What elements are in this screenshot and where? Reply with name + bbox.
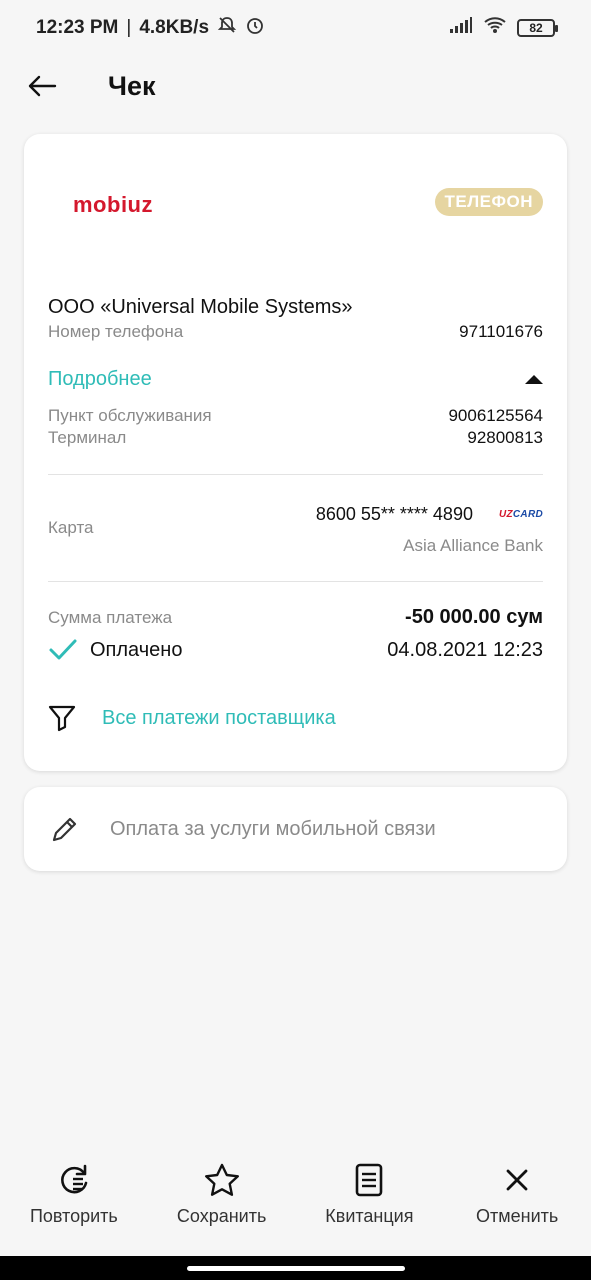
phone-label: Номер телефона xyxy=(48,322,184,341)
repeat-icon xyxy=(57,1160,91,1200)
system-nav-bar xyxy=(0,1256,591,1280)
paid-status: Оплачено xyxy=(48,638,182,662)
vendor-payments-link[interactable]: Все платежи поставщика xyxy=(48,704,336,732)
payment-datetime: 04.08.2021 12:23 xyxy=(387,638,543,661)
card-number: 8600 55** **** 4890 xyxy=(315,504,473,524)
service-point-label: Пункт обслуживания xyxy=(48,406,212,425)
receipt-button[interactable]: Квитанция xyxy=(296,1160,444,1240)
close-icon xyxy=(504,1160,530,1200)
details-row[interactable]: Подробнее xyxy=(48,368,543,391)
wifi-icon xyxy=(483,16,507,40)
payment-note-card[interactable]: Оплата за услуги мобильной связи xyxy=(24,787,567,871)
save-button[interactable]: Сохранить xyxy=(148,1160,296,1240)
repeat-label: Повторить xyxy=(29,1206,118,1226)
status-separator: | xyxy=(126,17,132,38)
filter-icon xyxy=(48,705,76,732)
status-time: 12:23 PM xyxy=(36,17,119,38)
company-name: ООО «Universal Mobile Systems» xyxy=(48,296,353,318)
amount-value: -50 000.00 сум xyxy=(405,606,543,628)
paid-label: Оплачено xyxy=(90,638,183,661)
status-bar: 12:23 PM | 4.8KB/s 82 xyxy=(0,0,591,56)
uzcard-logo: UZCARD xyxy=(499,509,543,520)
checkmark-icon xyxy=(49,639,77,660)
category-badge: ТЕЛЕФОН xyxy=(434,188,543,216)
cancel-label: Отменить xyxy=(476,1206,559,1226)
amount-label: Сумма платежа xyxy=(48,607,173,627)
alarm-icon xyxy=(245,15,265,41)
cancel-button[interactable]: Отменить xyxy=(443,1160,591,1240)
back-button[interactable] xyxy=(12,56,72,116)
card-number-row: 8600 55** **** 4890 UZCARD xyxy=(316,504,543,525)
app-bar: Чек xyxy=(0,56,591,116)
battery-icon: 82 xyxy=(517,19,558,37)
service-point-row: Пункт обслуживания 9006125564 xyxy=(48,406,543,426)
phone-row: Номер телефона 971101676 xyxy=(48,322,543,342)
receipt-label: Квитанция xyxy=(325,1206,414,1226)
signal-icon xyxy=(449,16,473,40)
service-point-value: 9006125564 xyxy=(448,406,543,425)
uzcard-logo-part-b: CARD xyxy=(512,509,543,520)
status-row: Оплачено 04.08.2021 12:23 xyxy=(48,638,543,662)
receipt-card: mobiuz ТЕЛЕФОН ООО «Universal Mobile Sys… xyxy=(24,134,567,771)
bottom-actions: Повторить Сохранить Квитанция Отменить xyxy=(0,1160,591,1240)
bank-name: Asia Alliance Bank xyxy=(403,536,543,555)
card-label: Карта xyxy=(48,518,94,537)
page-title: Чек xyxy=(108,70,156,101)
terminal-row: Терминал 92800813 xyxy=(48,428,543,448)
divider xyxy=(48,581,543,582)
amount-row: Сумма платежа -50 000.00 сум xyxy=(48,606,543,629)
payment-note-text: Оплата за услуги мобильной связи xyxy=(110,817,436,840)
collapse-arrow-icon[interactable] xyxy=(525,375,543,384)
divider xyxy=(48,474,543,475)
provider-logo: mobiuz xyxy=(73,192,153,217)
receipt-icon xyxy=(354,1160,384,1200)
battery-level: 82 xyxy=(529,21,543,35)
terminal-value: 92800813 xyxy=(467,428,543,447)
terminal-label: Терминал xyxy=(48,428,127,447)
status-speed: 4.8KB/s xyxy=(139,17,210,38)
arrow-left-icon xyxy=(28,75,57,97)
pencil-icon xyxy=(52,817,77,842)
mute-icon xyxy=(217,15,237,41)
repeat-button[interactable]: Повторить xyxy=(0,1160,148,1240)
home-indicator[interactable] xyxy=(186,1265,405,1271)
uzcard-logo-part-a: UZ xyxy=(498,509,513,520)
star-icon xyxy=(204,1160,240,1200)
details-toggle[interactable]: Подробнее xyxy=(48,368,152,391)
vendor-payments-label[interactable]: Все платежи поставщика xyxy=(102,707,336,730)
save-label: Сохранить xyxy=(176,1206,267,1226)
phone-value: 971101676 xyxy=(459,322,543,341)
